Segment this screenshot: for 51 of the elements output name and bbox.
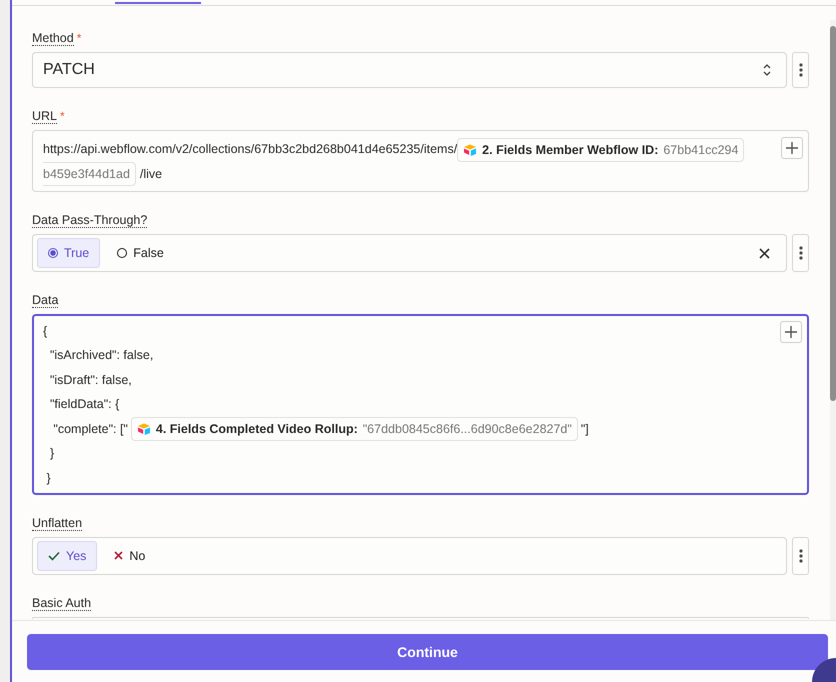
add-button[interactable] bbox=[780, 321, 802, 344]
code-text: } bbox=[48, 446, 54, 460]
required-asterisk: * bbox=[76, 31, 82, 45]
vertical-dots-icon bbox=[798, 62, 802, 78]
check-icon bbox=[48, 550, 60, 561]
toggle-option[interactable]: No bbox=[103, 540, 156, 571]
app-logo-icon bbox=[463, 144, 478, 156]
code-text: "complete": [" bbox=[52, 422, 128, 436]
field-mapping-pill[interactable]: 4. Fields Completed Video Rollup: "67ddb0845c86f6...6d90c8e6e2827d" bbox=[130, 416, 578, 441]
pill-value: "67ddb0845c86f6...6d90c8e6e2827d" bbox=[362, 420, 572, 438]
more-options-button[interactable] bbox=[792, 234, 809, 272]
cross-icon bbox=[114, 551, 124, 560]
pill-title: 4. Fields Completed Video Rollup: bbox=[156, 420, 358, 438]
radio-option[interactable]: True bbox=[37, 238, 100, 268]
continue-button[interactable]: Continue bbox=[27, 634, 828, 670]
pill-value: b459e3f44d1ad bbox=[43, 166, 130, 184]
field-label: Method bbox=[32, 31, 74, 46]
more-options-button[interactable] bbox=[792, 52, 809, 88]
field-label: Basic Auth bbox=[32, 596, 92, 611]
field-label: Data Pass-Through? bbox=[32, 213, 148, 228]
url-field[interactable]: https://api.webflow.com/v2/collections/67bb3c2bd268b041d4e65235/items/ 2. Fields Member Webflow ID: 67bb41cc294 b459e3f44d1ad /live bbox=[32, 130, 809, 192]
code-text: "isArchived": false, bbox=[48, 348, 154, 362]
pill-title: 2. Fields Member Webflow ID: bbox=[482, 142, 658, 159]
code-text: https://api.webflow.com/v2/collections/67bb3c2bd268b041d4e65235/items/ bbox=[43, 142, 458, 156]
field-label: Unflatten bbox=[32, 516, 82, 531]
chevron-updown-icon bbox=[762, 63, 772, 77]
code-text: "fieldData": { bbox=[48, 397, 120, 412]
data-editor[interactable]: { "isArchived": false, "isDraft": false, "fieldData": { "complete": [" 4. Fields Completed Video Rollup: "67ddb0845c86f6...6d90c8e6e2827d" "] } } bbox=[32, 314, 809, 495]
code-text: { bbox=[43, 324, 48, 338]
add-button[interactable] bbox=[781, 137, 803, 159]
vertical-dots-icon bbox=[798, 245, 802, 262]
clear-icon[interactable] bbox=[759, 248, 770, 259]
field-label: Data bbox=[32, 293, 58, 308]
more-options-button[interactable] bbox=[792, 536, 809, 575]
code-text: "] bbox=[580, 422, 589, 436]
plus-icon bbox=[786, 142, 798, 154]
field-mapping-pill[interactable]: 2. Fields Member Webflow ID: 67bb41cc294 bbox=[457, 138, 744, 162]
required-asterisk: * bbox=[60, 109, 65, 123]
vertical-dots-icon bbox=[798, 548, 802, 564]
app-logo-icon bbox=[136, 422, 151, 435]
scrollbar[interactable] bbox=[830, 20, 836, 620]
toggle-option[interactable]: Yes bbox=[37, 540, 98, 571]
field-label: URL bbox=[32, 109, 58, 124]
radio-option[interactable]: False bbox=[106, 238, 175, 268]
field-mapping-pill[interactable]: b459e3f44d1ad bbox=[43, 162, 136, 186]
code-text: } bbox=[45, 470, 51, 485]
method-select[interactable]: PATCH bbox=[32, 52, 787, 88]
code-text: /live bbox=[140, 166, 162, 181]
pill-value: 67bb41cc294 bbox=[663, 142, 738, 159]
code-text: "isDraft": false, bbox=[48, 372, 132, 387]
plus-icon bbox=[785, 326, 797, 338]
